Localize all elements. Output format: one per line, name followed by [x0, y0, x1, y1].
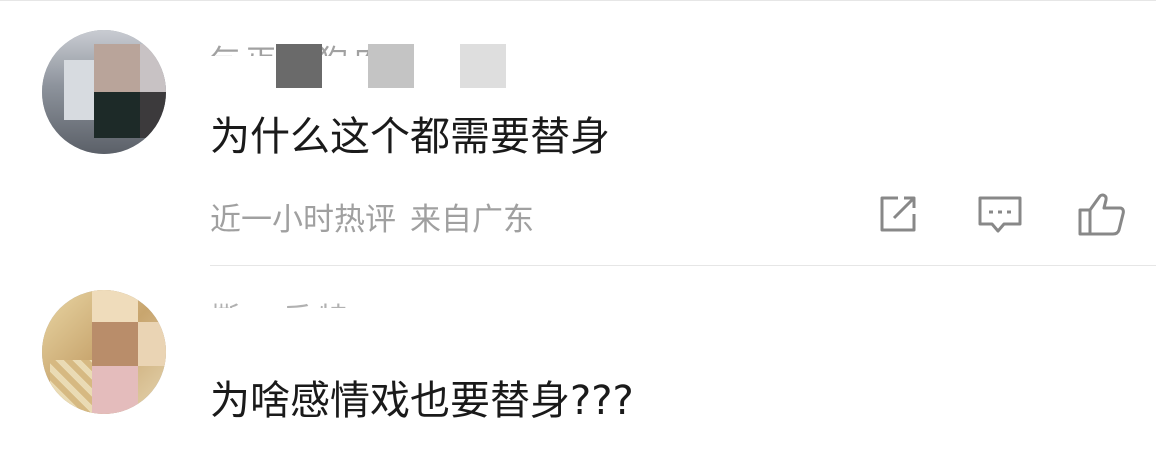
username[interactable]: 乞丐吃狗肉 — [210, 30, 630, 90]
top-divider — [0, 0, 1156, 1]
username-mosaic — [276, 44, 322, 88]
comment-text: 为什么这个都需要替身 — [210, 114, 610, 160]
username-text: 撕二乐特 — [210, 294, 354, 308]
location: 来自广东 — [410, 202, 534, 238]
timestamp: 近一小时热评 — [210, 202, 396, 238]
avatar[interactable] — [42, 290, 166, 414]
comment-icon[interactable] — [974, 188, 1026, 240]
avatar[interactable] — [42, 30, 166, 154]
comment-divider — [210, 265, 1156, 266]
like-icon[interactable] — [1076, 188, 1128, 240]
username-mosaic — [460, 44, 506, 88]
username[interactable]: 撕二乐特 — [210, 286, 630, 326]
comment-meta: 近一小时热评 来自广东 — [210, 194, 534, 239]
comment-text: 为啥感情戏也要替身??? — [210, 378, 634, 424]
share-icon[interactable] — [872, 188, 924, 240]
username-mosaic — [368, 44, 414, 88]
